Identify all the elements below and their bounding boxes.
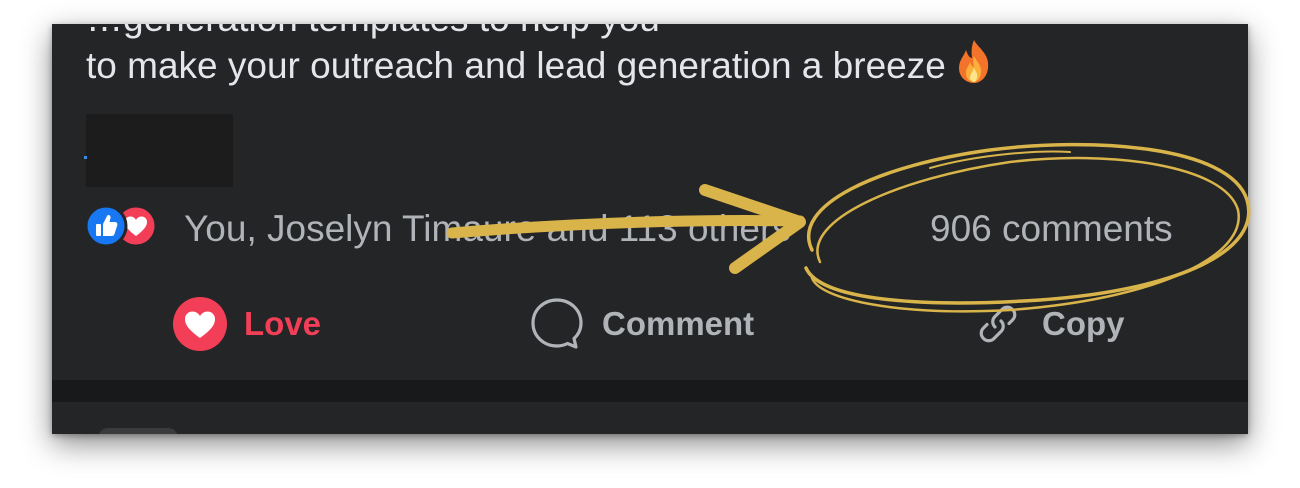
reactions-names[interactable]: You, Joselyn Timaure and 113 others [184, 208, 791, 250]
link-chain-icon [979, 305, 1017, 343]
link-preview-marker [84, 156, 87, 159]
love-reaction-icon [173, 297, 227, 351]
fire-emoji-icon [954, 38, 994, 93]
post-text-body: to make your outreach and lead generatio… [86, 45, 946, 86]
copy-button[interactable]: Copy [970, 292, 1125, 356]
next-post-avatar [98, 428, 178, 434]
feed-separator [52, 380, 1248, 402]
link-preview-thumbnail[interactable] [86, 114, 233, 187]
post-actions: Love Comment Copy [52, 292, 1248, 362]
love-button[interactable]: Love [172, 292, 321, 356]
like-icon [84, 204, 128, 248]
comment-button[interactable]: Comment [528, 292, 754, 356]
post-text: to make your outreach and lead generatio… [86, 38, 994, 93]
comment-bubble-icon [531, 298, 583, 349]
copy-button-label: Copy [1042, 305, 1125, 342]
comments-count-link[interactable]: 906 comments [930, 208, 1173, 250]
post-card: …generation templates to help you to mak… [52, 24, 1248, 434]
reactions-summary[interactable]: You, Joselyn Timaure and 113 others 906 … [84, 204, 1244, 254]
comment-button-label: Comment [602, 305, 755, 342]
love-button-label: Love [244, 305, 322, 342]
